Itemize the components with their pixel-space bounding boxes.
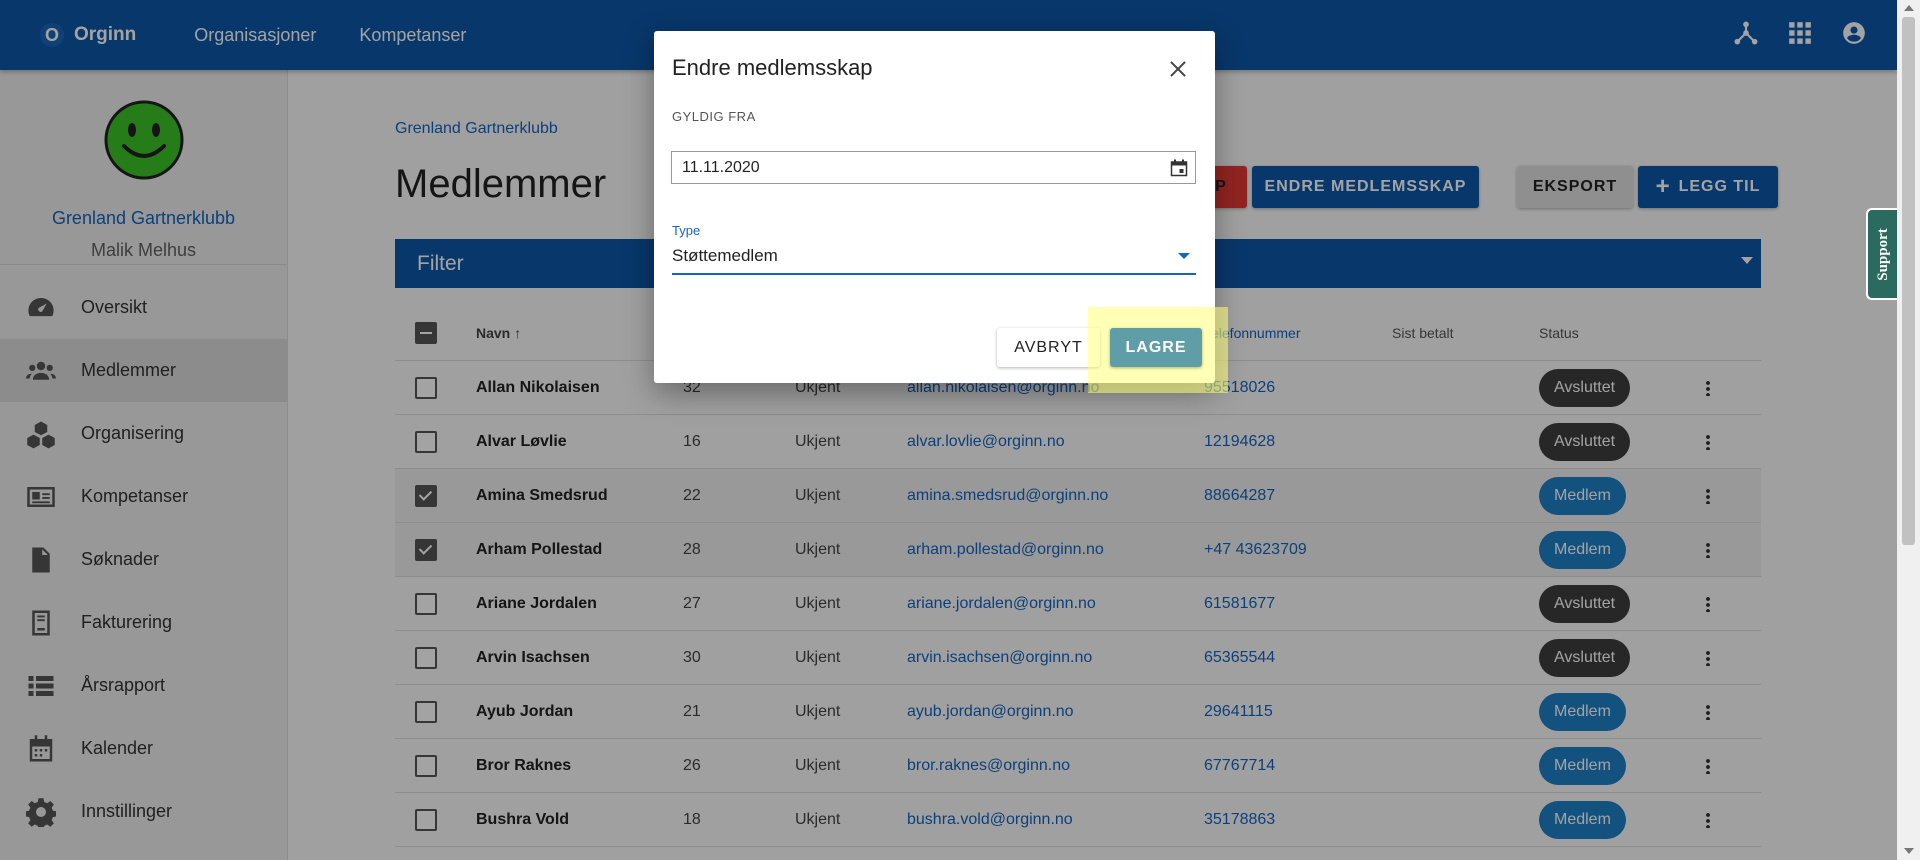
endre-medlemsskap-dialog: Endre medlemsskap GYLDIG FRA Type Støtte…: [654, 31, 1228, 393]
scrollbar-thumb[interactable]: [1902, 17, 1915, 545]
avbryt-button[interactable]: AVBRYT: [997, 328, 1100, 367]
dialog-title: Endre medlemsskap: [672, 55, 873, 80]
scroll-down-arrow-icon[interactable]: [1904, 848, 1914, 854]
calendar-picker-icon[interactable]: [1170, 159, 1188, 177]
support-tab[interactable]: Support: [1866, 208, 1899, 300]
close-icon[interactable]: [1166, 57, 1190, 81]
type-select[interactable]: Støttemedlem: [672, 241, 1196, 275]
dropdown-arrow-icon: [1178, 253, 1190, 259]
lagre-button[interactable]: LAGRE: [1110, 328, 1202, 367]
support-label: Support: [1875, 227, 1891, 281]
scroll-up-arrow-icon[interactable]: [1904, 5, 1914, 11]
vertical-scrollbar[interactable]: [1897, 0, 1920, 860]
gyldig-fra-date-input[interactable]: [671, 151, 1196, 184]
type-label: Type: [672, 223, 701, 238]
gyldig-fra-label: GYLDIG FRA: [672, 109, 756, 124]
type-selected-value: Støttemedlem: [672, 246, 778, 265]
